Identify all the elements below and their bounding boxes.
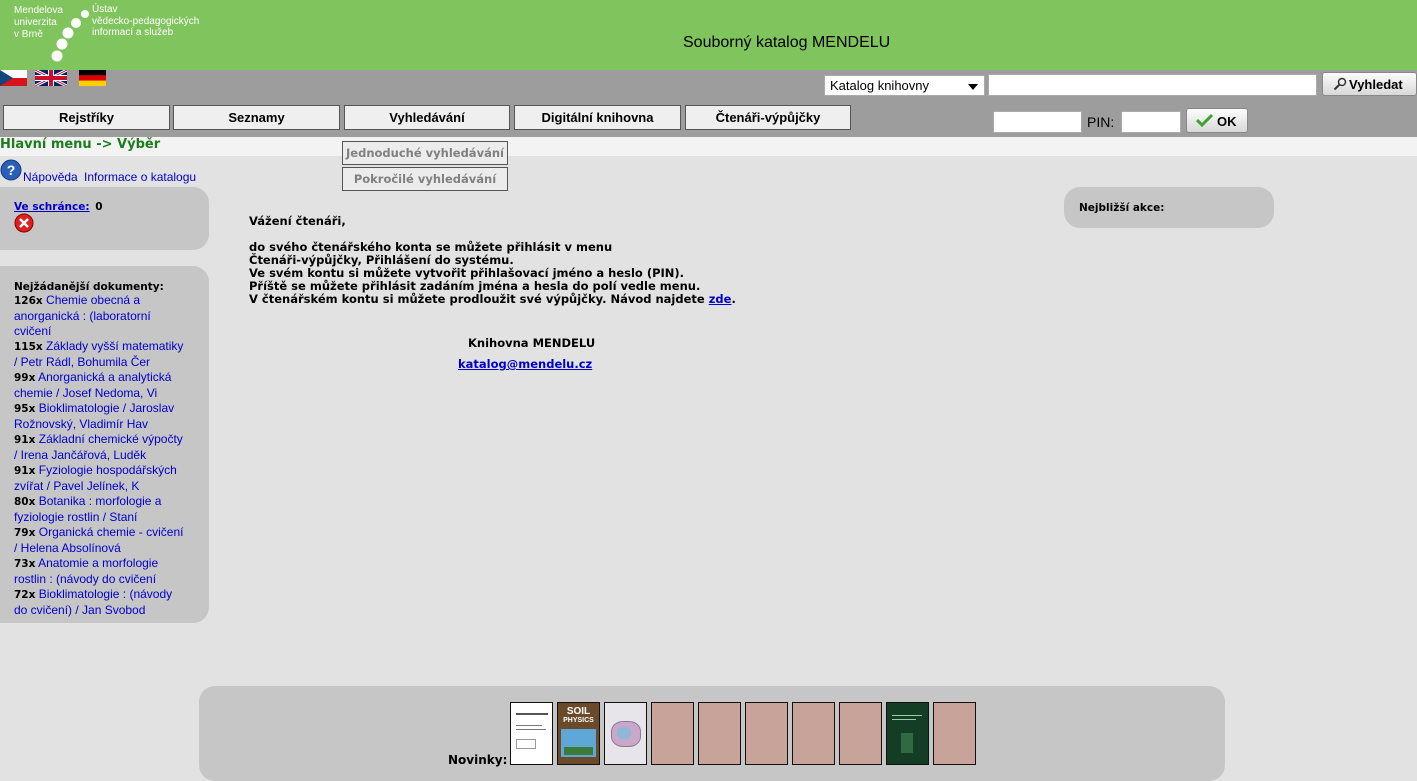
- help-link[interactable]: Nápověda: [23, 170, 78, 184]
- top-document-item: 115x Základy vyšší matematiky / Petr Rádl…: [14, 339, 199, 370]
- top-documents-header: Nejžádanější dokumenty:: [14, 281, 164, 293]
- top-document-link[interactable]: Anorganická a analytická chemie / Josef N…: [14, 370, 171, 400]
- top-documents-list: Nejžádanější dokumenty: 126x Chemie obec…: [14, 281, 199, 618]
- top-document-count: 126x: [14, 295, 43, 307]
- username-input[interactable]: [993, 111, 1082, 133]
- top-document-count: 91x: [14, 434, 36, 446]
- login-ok-button[interactable]: OK: [1186, 108, 1248, 133]
- top-document-link[interactable]: Bioklimatologie : (návody do cvičení) / J…: [14, 587, 172, 617]
- top-document-link[interactable]: Fyziologie hospodářských zvířat / Pavel J…: [14, 463, 177, 493]
- news-cover[interactable]: [698, 702, 741, 765]
- news-cover-map[interactable]: [604, 702, 647, 765]
- flag-czech-icon[interactable]: [0, 70, 27, 86]
- clipboard-row: Ve schránce: 0: [14, 201, 103, 213]
- clipboard-link[interactable]: Ve schránce:: [14, 201, 90, 213]
- top-document-count: 72x: [14, 589, 36, 601]
- menu-ctenari-vypujcky[interactable]: Čtenáři-výpůjčky: [685, 105, 851, 130]
- breadcrumb-bar: [0, 137, 1417, 156]
- search-input[interactable]: [988, 74, 1317, 96]
- top-document-item: 99x Anorganická a analytická chemie / Jos…: [14, 370, 199, 401]
- top-document-link[interactable]: Botanika : morfologie a fyziologie rostli…: [14, 494, 161, 524]
- news-cover[interactable]: [745, 702, 788, 765]
- welcome-greeting: Vážení čtenáři,: [249, 214, 346, 228]
- pin-label: PIN:: [1087, 114, 1115, 130]
- svg-text:?: ?: [7, 162, 16, 178]
- top-document-item: 73x Anatomie a morfologie rostlin : (návo…: [14, 556, 199, 587]
- top-document-item: 80x Botanika : morfologie a fyziologie ro…: [14, 494, 199, 525]
- menu-vyhledavani[interactable]: Vyhledávání: [344, 105, 510, 130]
- top-document-count: 80x: [14, 496, 36, 508]
- news-cover[interactable]: [933, 702, 976, 765]
- flag-germany-icon[interactable]: [79, 70, 106, 86]
- news-cover-dark-green[interactable]: [886, 702, 929, 765]
- magnifier-icon: [1333, 77, 1347, 91]
- top-document-count: 99x: [14, 372, 36, 384]
- logo-institute-name: Ústav vědecko-pedagogických informací a …: [92, 4, 200, 38]
- top-document-item: 91x Základní chemické výpočty / Irena Jan…: [14, 432, 199, 463]
- site-title: Souborný katalog MENDELU: [683, 34, 891, 51]
- search-button[interactable]: Vyhledat: [1322, 72, 1417, 96]
- instructions-link[interactable]: zde: [709, 292, 732, 306]
- top-document-item: 91x Fyziologie hospodářských zvířat / Pav…: [14, 463, 199, 494]
- flag-uk-icon[interactable]: [35, 70, 67, 86]
- university-logo[interactable]: Mendelova univerzita v Brně Ústav vědeck…: [0, 0, 220, 70]
- catalog-info-link[interactable]: Informace o katalogu: [84, 170, 196, 184]
- top-document-item: 95x Bioklimatologie / Jaroslav Rožnovský,…: [14, 401, 199, 432]
- top-document-count: 95x: [14, 403, 36, 415]
- delete-icon[interactable]: [14, 213, 34, 233]
- news-cover[interactable]: [510, 702, 553, 765]
- news-cover[interactable]: [651, 702, 694, 765]
- logo-dots-icon: [51, 10, 89, 62]
- top-document-count: 91x: [14, 465, 36, 477]
- header-banner: Mendelova univerzita v Brně Ústav vědeck…: [0, 0, 1417, 70]
- top-document-item: 126x Chemie obecná a anorganická : (labor…: [14, 293, 199, 339]
- welcome-line: V čtenářském kontu si můžete prodloužit …: [249, 292, 736, 306]
- news-cover-soil-physics[interactable]: SOIL PHYSICS: [557, 702, 600, 765]
- news-cover[interactable]: [792, 702, 835, 765]
- top-document-count: 73x: [14, 558, 36, 570]
- menu-seznamy[interactable]: Seznamy: [173, 105, 340, 130]
- submenu-jednoduche-vyhledavani[interactable]: Jednoduché vyhledávání: [342, 141, 508, 165]
- pin-input[interactable]: [1121, 111, 1181, 133]
- breadcrumb: Hlavní menu -> Výběr: [0, 137, 161, 152]
- submenu-pokrocile-vyhledavani[interactable]: Pokročilé vyhledávání: [342, 167, 508, 191]
- checkmark-icon: [1196, 113, 1213, 127]
- library-signature: Knihovna MENDELU: [468, 336, 596, 350]
- top-document-link[interactable]: Bioklimatologie / Jaroslav Rožnovský, Vla…: [14, 401, 174, 431]
- events-label: Nejbližší akce:: [1079, 202, 1165, 214]
- chevron-down-icon: [968, 84, 978, 90]
- catalog-select[interactable]: Katalog knihovny: [824, 75, 985, 96]
- news-cover[interactable]: [839, 702, 882, 765]
- top-document-link[interactable]: Anatomie a morfologie rostlin : (návody d…: [14, 556, 158, 586]
- top-document-item: 72x Bioklimatologie : (návody do cvičení)…: [14, 587, 199, 618]
- top-document-count: 115x: [14, 341, 43, 353]
- top-document-link[interactable]: Organická chemie - cvičení / Helena Absol…: [14, 525, 183, 555]
- menu-rejstriky[interactable]: Rejstříky: [3, 105, 170, 130]
- help-icon[interactable]: ?: [0, 159, 22, 181]
- clipboard-count: 0: [95, 201, 103, 213]
- menu-digitalni-knihovna[interactable]: Digitální knihovna: [514, 105, 681, 130]
- top-document-link[interactable]: Základní chemické výpočty / Irena Jančářo…: [14, 432, 183, 462]
- top-document-count: 79x: [14, 527, 36, 539]
- news-label: Novinky:: [448, 753, 508, 767]
- welcome-message: Vážení čtenáři, do svého čtenářského kon…: [249, 215, 809, 306]
- top-document-item: 79x Organická chemie - cvičení / Helena A…: [14, 525, 199, 556]
- email-link[interactable]: katalog@mendelu.cz: [458, 357, 592, 371]
